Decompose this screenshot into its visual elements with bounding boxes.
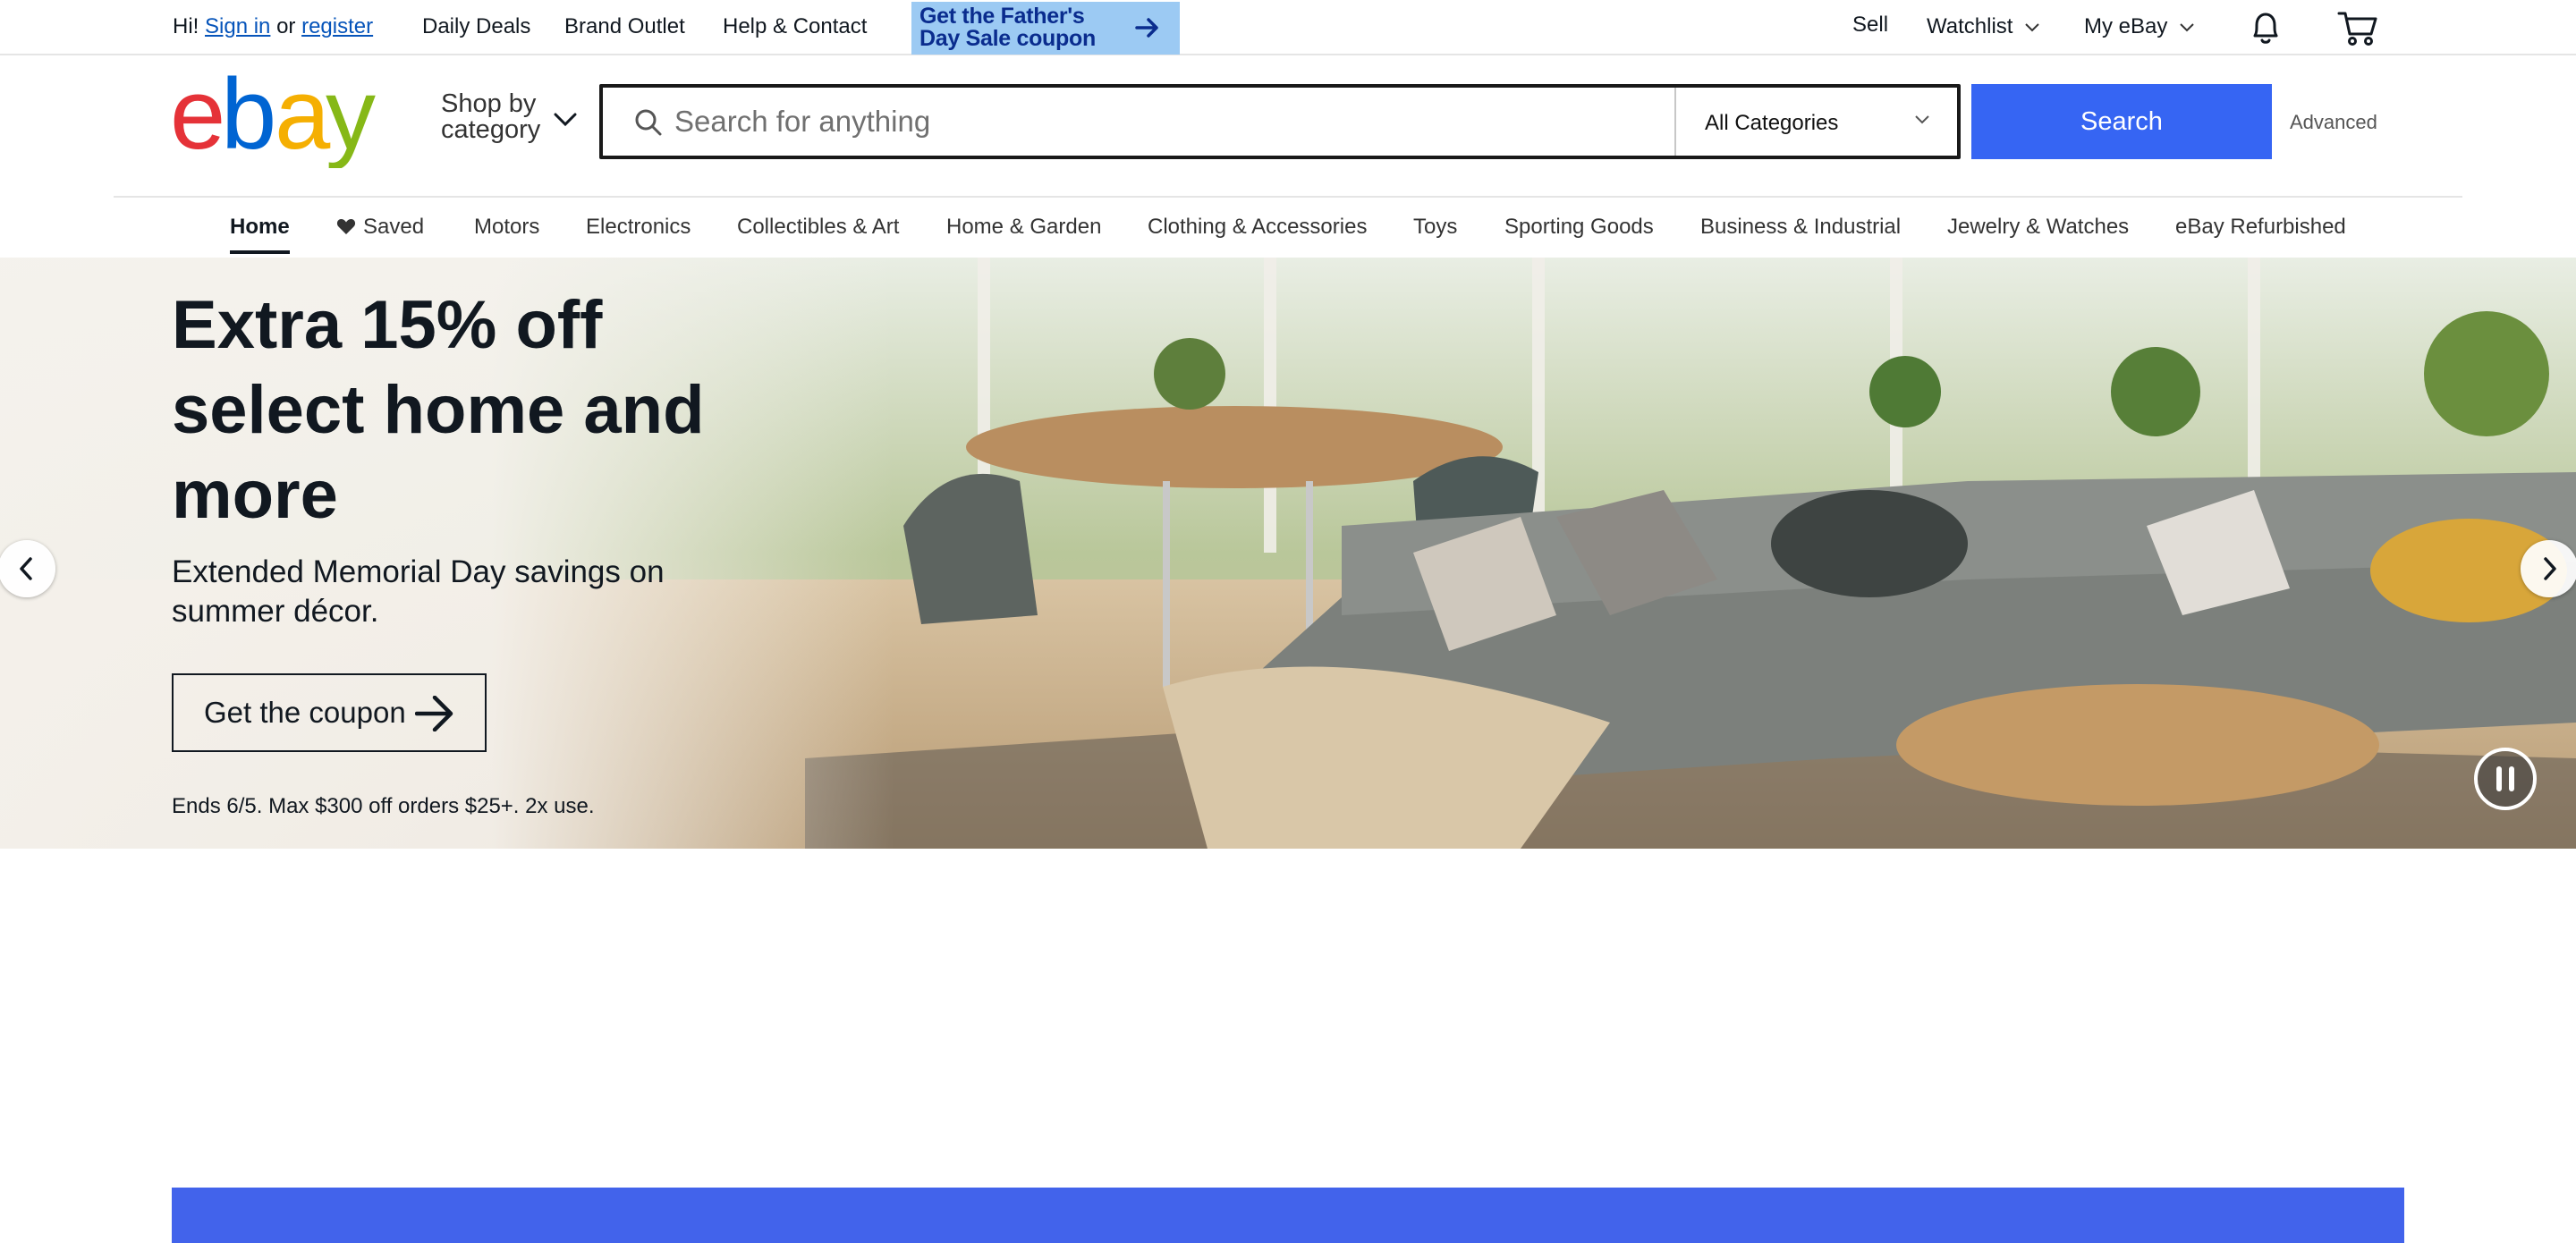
- chevron-right-icon: [2544, 557, 2556, 580]
- logo-letter-a: a: [275, 75, 331, 168]
- chevron-down-icon: [2025, 22, 2039, 32]
- logo-letter-e: e: [170, 75, 222, 168]
- nav-item-sporting-goods[interactable]: Sporting Goods: [1504, 215, 1654, 240]
- nav-item-motors[interactable]: Motors: [474, 215, 539, 240]
- nav-item-home[interactable]: Home: [230, 215, 290, 240]
- cart-icon: [2337, 12, 2377, 46]
- greeting-text: Hi!: [173, 14, 199, 38]
- search-icon: [635, 109, 662, 136]
- chevron-down-icon[interactable]: [553, 112, 578, 128]
- nav-divider: [114, 196, 2462, 198]
- category-select-value: All Categories: [1705, 111, 1839, 135]
- chevron-left-icon: [20, 557, 32, 580]
- chevron-down-icon: [1915, 115, 1929, 124]
- carousel-next-button[interactable]: [2521, 540, 2576, 597]
- shop-by-category-button[interactable]: Shop by category: [441, 91, 540, 143]
- nav-item-business-industrial[interactable]: Business & Industrial: [1700, 215, 1901, 240]
- nav-item-home-garden[interactable]: Home & Garden: [946, 215, 1101, 240]
- nav-item-clothing-accessories[interactable]: Clothing & Accessories: [1148, 215, 1367, 240]
- daily-deals-link[interactable]: Daily Deals: [422, 14, 530, 39]
- fathers-day-promo-banner[interactable]: Get the Father's Day Sale coupon: [911, 2, 1180, 55]
- search-bar: All Categories: [599, 84, 1961, 159]
- my-ebay-menu[interactable]: My eBay: [2084, 14, 2195, 39]
- arrow-right-icon: [415, 696, 453, 731]
- sign-in-link[interactable]: Sign in: [205, 14, 270, 38]
- hero-fine-print: Ends 6/5. Max $300 off orders $25+. 2x u…: [172, 794, 595, 818]
- nav-active-indicator: [230, 250, 290, 254]
- brand-outlet-link[interactable]: Brand Outlet: [564, 14, 685, 39]
- search-button[interactable]: Search: [1971, 84, 2272, 159]
- heart-icon: [336, 219, 356, 234]
- nav-item-ebay-refurbished[interactable]: eBay Refurbished: [2175, 215, 2346, 240]
- bell-icon: [2253, 13, 2278, 44]
- nav-item-electronics[interactable]: Electronics: [586, 215, 691, 240]
- chevron-down-icon: [2180, 22, 2194, 32]
- promo-band: [172, 1188, 2404, 1243]
- cart-button[interactable]: [2336, 7, 2377, 48]
- category-select[interactable]: All Categories: [1676, 88, 1957, 156]
- hero-carousel: Extra 15% off select home and more Exten…: [0, 258, 2576, 849]
- carousel-pause-button[interactable]: [2474, 748, 2537, 810]
- hero-title: Extra 15% off select home and more: [172, 287, 705, 533]
- top-utility-bar: Hi! Sign in or register Daily Deals Bran…: [0, 0, 2576, 55]
- shop-by-line-1: Shop by: [441, 89, 537, 118]
- sell-link[interactable]: Sell: [1852, 13, 1888, 38]
- notifications-button[interactable]: [2245, 7, 2286, 48]
- shop-by-line-2: category: [441, 115, 541, 144]
- ebay-logo[interactable]: e b a y: [170, 75, 385, 168]
- register-link[interactable]: register: [301, 14, 373, 38]
- carousel-previous-button[interactable]: [0, 540, 55, 597]
- nav-item-jewelry-watches[interactable]: Jewelry & Watches: [1947, 215, 2129, 240]
- logo-letter-y: y: [326, 75, 376, 168]
- arrow-right-icon: [1135, 18, 1158, 38]
- search-input[interactable]: [674, 88, 1658, 156]
- nav-item-toys[interactable]: Toys: [1413, 215, 1457, 240]
- or-text: or: [276, 14, 296, 38]
- hero-subtitle: Extended Memorial Day savings on summer …: [172, 554, 665, 629]
- get-coupon-label: Get the coupon: [204, 696, 406, 729]
- nav-item-collectibles-art[interactable]: Collectibles & Art: [737, 215, 899, 240]
- greeting: Hi! Sign in or register: [173, 14, 373, 39]
- help-contact-link[interactable]: Help & Contact: [723, 14, 867, 39]
- nav-item-saved[interactable]: Saved: [336, 215, 424, 240]
- watchlist-menu[interactable]: Watchlist: [1927, 14, 2040, 39]
- nav-item-saved-label: Saved: [363, 215, 425, 239]
- watchlist-label: Watchlist: [1927, 14, 2013, 38]
- my-ebay-label: My eBay: [2084, 14, 2168, 38]
- pause-icon-bar-left: [2496, 766, 2502, 791]
- advanced-search-link[interactable]: Advanced: [2290, 111, 2377, 134]
- pause-icon-bar-right: [2509, 766, 2514, 791]
- get-coupon-button[interactable]: Get the coupon: [172, 673, 487, 752]
- logo-letter-b: b: [221, 75, 276, 168]
